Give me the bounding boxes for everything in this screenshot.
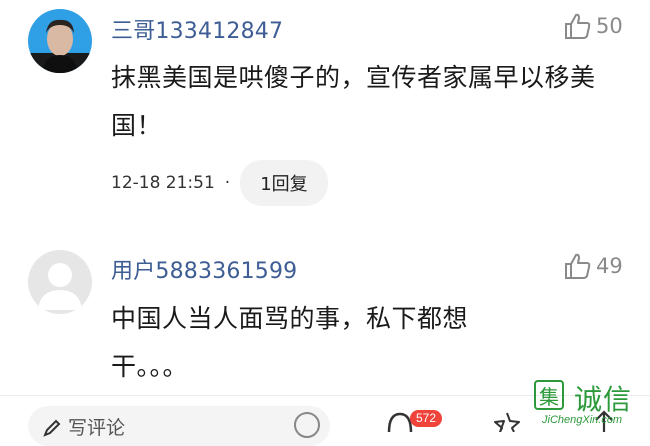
like-count: 49 [596, 254, 623, 278]
user-photo-avatar-icon [28, 9, 92, 73]
like-count: 50 [596, 14, 623, 38]
comment-item: 三哥133412847 50 抹黑美国是哄傻子的，宣传者家属早以移美国！ 12-… [0, 0, 650, 215]
avatar[interactable] [28, 9, 92, 73]
like-button[interactable]: 50 [563, 11, 623, 41]
emoji-icon[interactable] [294, 412, 320, 438]
comment-time: 12-18 21:51 [111, 173, 215, 193]
comment-input[interactable]: 写评论 [28, 406, 330, 446]
thumbs-up-icon [565, 13, 591, 39]
comment-count-badge: 572 [410, 410, 443, 427]
comment-input-placeholder: 写评论 [68, 416, 126, 439]
comment-meta: 12-18 21:51 · 1回复 [111, 160, 328, 206]
comment-username[interactable]: 用户5883361599 [111, 253, 297, 285]
like-button[interactable]: 49 [563, 251, 623, 281]
avatar[interactable] [28, 250, 92, 314]
comment-text: 中国人当人面骂的事，私下都想干。。。 [111, 304, 469, 381]
comment-username[interactable]: 三哥133412847 [111, 13, 283, 45]
default-gray-avatar-icon [28, 250, 92, 314]
comment-text: 抹黑美国是哄傻子的，宣传者家属早以移美国！ [111, 63, 596, 140]
bottom-toolbar: 写评论 572 [0, 395, 650, 446]
reply-button[interactable]: 1回复 [240, 160, 328, 206]
thumbs-up-icon [565, 253, 591, 279]
comment-item: 用户5883361599 49 中国人当人面骂的事，私下都想干。。。 [0, 215, 650, 395]
star-icon[interactable] [493, 412, 521, 432]
meta-separator: · [224, 173, 231, 193]
pencil-icon [43, 419, 61, 437]
